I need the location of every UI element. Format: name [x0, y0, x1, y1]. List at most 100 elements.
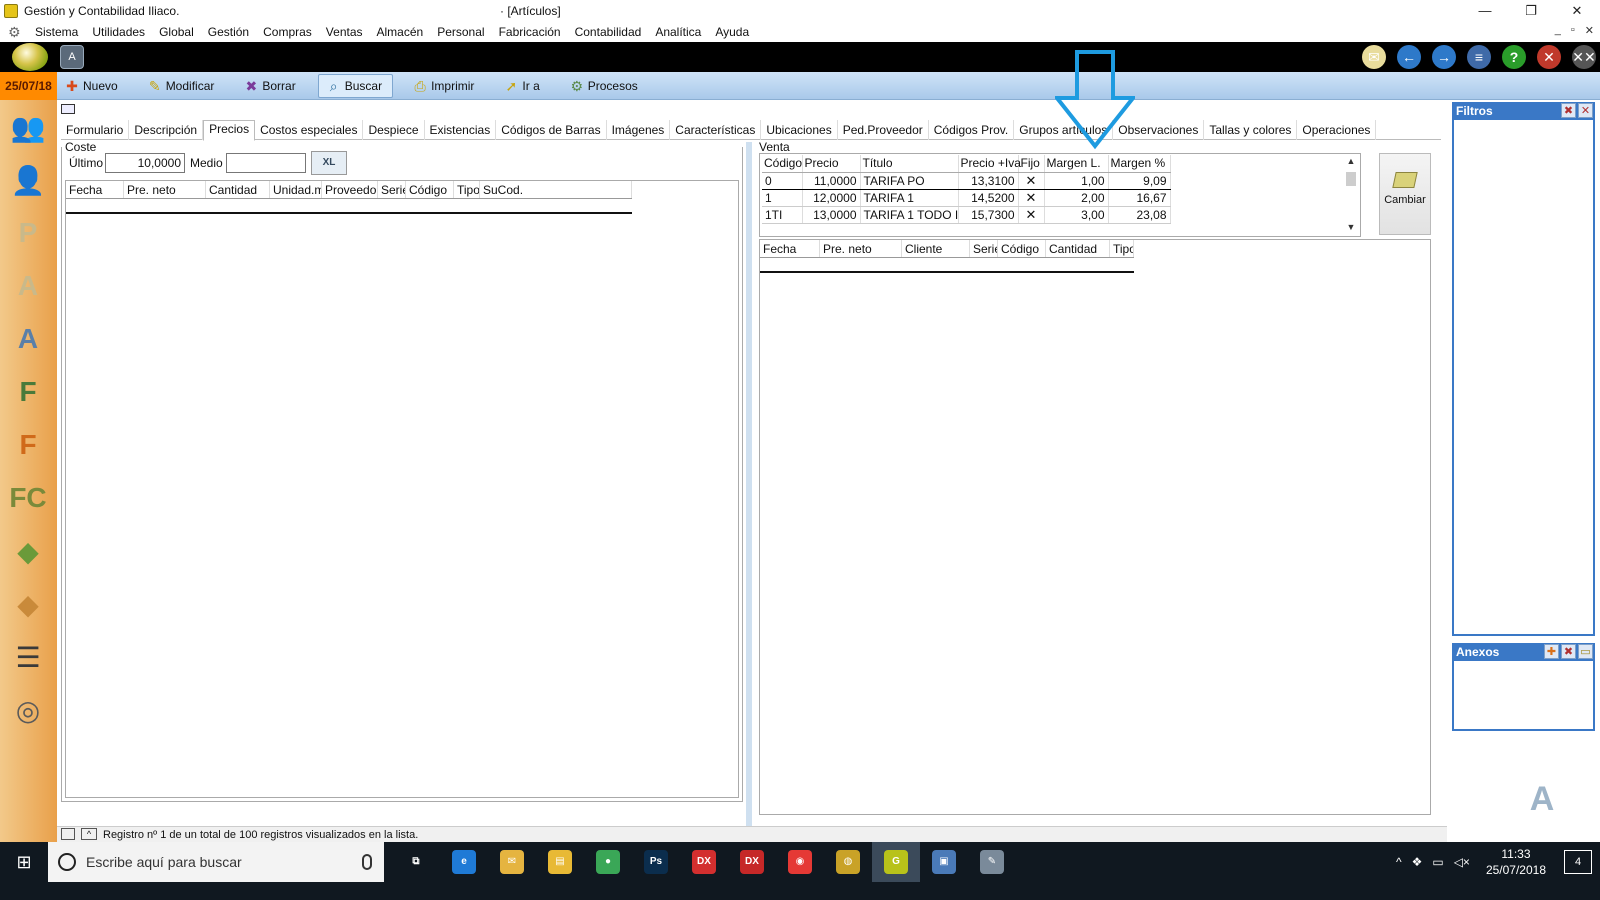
mdi-close-button[interactable]: ✕: [1585, 24, 1594, 37]
menu-compras[interactable]: Compras: [256, 25, 319, 39]
anexos-remove-icon[interactable]: ✖: [1561, 644, 1576, 659]
taskbar-clock[interactable]: 11:33 25/07/2018: [1486, 846, 1546, 878]
menu-ayuda[interactable]: Ayuda: [708, 25, 756, 39]
cube-a-icon[interactable]: A: [1520, 778, 1564, 820]
lm-app-icon[interactable]: A: [60, 45, 84, 69]
dx-taskbar-button[interactable]: DX: [680, 842, 728, 882]
ultimo-field[interactable]: 10,0000: [105, 153, 185, 173]
start-windows-icon[interactable]: ⊞: [0, 842, 48, 882]
tab-codigos-prov[interactable]: Códigos Prov.: [929, 120, 1015, 140]
cost-col-codigo[interactable]: Código: [406, 181, 454, 198]
imprimir-button[interactable]: ⎙ Imprimir: [405, 74, 484, 98]
user-p-icon[interactable]: P: [5, 210, 51, 256]
cost-col-proveedor[interactable]: Proveedor: [322, 181, 378, 198]
cost-col-fecha[interactable]: Fecha: [66, 181, 124, 198]
venta-col-codigo[interactable]: Código: [762, 155, 803, 173]
screen-app-taskbar-button[interactable]: ▣: [920, 842, 968, 882]
modificar-button[interactable]: ✎ Modificar: [140, 74, 225, 98]
tab-ped-proveedor[interactable]: Ped.Proveedor: [838, 120, 929, 140]
cost-col-sucod[interactable]: SuCod.: [480, 181, 632, 198]
dx-circle-taskbar-button[interactable]: DX: [728, 842, 776, 882]
medio-field[interactable]: [226, 153, 306, 173]
ir-a-button[interactable]: ➚ Ir a: [496, 74, 549, 98]
venta-col-precio-iva[interactable]: Precio +Iva: [958, 155, 1021, 173]
menu-almacen[interactable]: Almacén: [370, 25, 431, 39]
sales-col-cantidad[interactable]: Cantidad: [1046, 240, 1110, 257]
borrar-button[interactable]: ✖ Borrar: [236, 74, 305, 98]
menu-personal[interactable]: Personal: [430, 25, 491, 39]
sales-col-cliente[interactable]: Cliente: [902, 240, 970, 257]
microphone-icon[interactable]: [362, 854, 372, 870]
tab-despiece[interactable]: Despiece: [363, 120, 425, 140]
tariff-row[interactable]: 1TI13,0000TARIFA 1 TODO INC15,7300✕3,002…: [762, 206, 1171, 224]
cost-col-tipo[interactable]: Tipo: [454, 181, 480, 198]
menu-analitica[interactable]: Analítica: [648, 25, 708, 39]
folder-mail-taskbar-button[interactable]: ✉: [488, 842, 536, 882]
cost-col-serie[interactable]: Serie: [378, 181, 406, 198]
cambiar-button[interactable]: Cambiar: [1379, 153, 1431, 235]
green-bag-icon[interactable]: ◆: [5, 528, 51, 574]
mdi-minimize-button[interactable]: _: [1555, 24, 1561, 37]
scroll-down-icon[interactable]: ▼: [1344, 222, 1358, 236]
buscar-button[interactable]: ⌕ Buscar: [317, 73, 394, 98]
notebook-icon[interactable]: ☰: [5, 634, 51, 680]
group-users-icon[interactable]: 👥: [5, 104, 51, 150]
close-window-icon[interactable]: ✕: [1537, 45, 1561, 69]
tab-caracteristicas[interactable]: Características: [670, 120, 762, 140]
dropbox-icon[interactable]: ❖: [1412, 855, 1423, 869]
user-icon[interactable]: 👤: [5, 157, 51, 203]
tab-codigos-de-barras[interactable]: Códigos de Barras: [496, 120, 607, 140]
network-icon[interactable]: ▭: [1432, 855, 1443, 869]
tab-existencias[interactable]: Existencias: [425, 120, 497, 140]
status-window-icon[interactable]: [61, 828, 75, 840]
menu-sistema[interactable]: Sistema: [28, 25, 85, 39]
help-icon[interactable]: ?: [1502, 45, 1526, 69]
letter-a-icon[interactable]: A: [5, 316, 51, 362]
sales-col-serie[interactable]: Serie: [970, 240, 998, 257]
close-button[interactable]: ✕: [1554, 0, 1600, 22]
chrome-taskbar-button[interactable]: ●: [584, 842, 632, 882]
sales-col-codigo[interactable]: Código: [998, 240, 1046, 257]
menu-gestion[interactable]: Gestión: [201, 25, 256, 39]
menu-fabricacion[interactable]: Fabricación: [492, 25, 568, 39]
user-a-icon[interactable]: A: [5, 263, 51, 309]
explorer-taskbar-button[interactable]: ▤: [536, 842, 584, 882]
venta-scrollbar[interactable]: ▲ ▼: [1344, 156, 1358, 236]
magic-disc-icon[interactable]: ◎: [5, 687, 51, 733]
excel-export-button[interactable]: XL: [311, 151, 347, 175]
letter-f-orange-icon[interactable]: F: [5, 422, 51, 468]
sales-col-tipo[interactable]: Tipo: [1110, 240, 1134, 257]
menu-contabilidad[interactable]: Contabilidad: [568, 25, 649, 39]
anexos-add-icon[interactable]: ✚: [1544, 644, 1559, 659]
letter-fc-icon[interactable]: FC: [5, 475, 51, 521]
venta-col-titulo[interactable]: Título: [860, 155, 959, 173]
procesos-button[interactable]: ⚙ Procesos: [562, 74, 648, 98]
filtros-pin-icon[interactable]: ✖: [1561, 103, 1576, 118]
menu-ventas[interactable]: Ventas: [319, 25, 370, 39]
venta-col-margen[interactable]: Margen %: [1108, 155, 1171, 173]
tab-operaciones[interactable]: Operaciones: [1297, 120, 1377, 140]
sales-col-fecha[interactable]: Fecha: [760, 240, 820, 257]
tray-chevron-icon[interactable]: ^: [1396, 855, 1402, 869]
task-view-taskbar-button[interactable]: ⧉: [392, 842, 440, 882]
venta-col-fijo[interactable]: Fijo: [1018, 155, 1045, 173]
tab-precios[interactable]: Precios: [203, 120, 256, 141]
globe-app-taskbar-button[interactable]: ◍: [824, 842, 872, 882]
window-list-icon[interactable]: ≡: [1467, 45, 1491, 69]
menu-global[interactable]: Global: [152, 25, 201, 39]
cost-history-grid[interactable]: Fecha Pre. neto Cantidad Unidad.m Proveedor S…: [65, 180, 739, 798]
system-gear-icon[interactable]: ⚙: [8, 24, 24, 40]
form-window-icon[interactable]: [61, 104, 75, 114]
tariff-row[interactable]: 1 12,0000 TARIFA 1 14,5200 ✕ 2,00 16,67: [762, 189, 1171, 207]
tariff-row[interactable]: 0 11,0000 TARIFA PO 13,3100 ✕ 1,00 9,09: [762, 171, 1171, 190]
cost-col-pre-neto[interactable]: Pre. neto: [124, 181, 206, 198]
cost-col-cantidad[interactable]: Cantidad: [206, 181, 270, 198]
photoshop-taskbar-button[interactable]: Ps: [632, 842, 680, 882]
tab-imagenes[interactable]: Imágenes: [607, 120, 671, 140]
volume-icon[interactable]: ◁×: [1454, 855, 1470, 869]
venta-col-margen-l[interactable]: Margen L.: [1044, 155, 1109, 173]
sales-col-pre-neto[interactable]: Pre. neto: [820, 240, 902, 257]
forward-arrow-icon[interactable]: →: [1432, 45, 1456, 69]
scroll-up-icon[interactable]: ▲: [1344, 156, 1358, 170]
anexos-folder-icon[interactable]: ▭: [1578, 644, 1593, 659]
